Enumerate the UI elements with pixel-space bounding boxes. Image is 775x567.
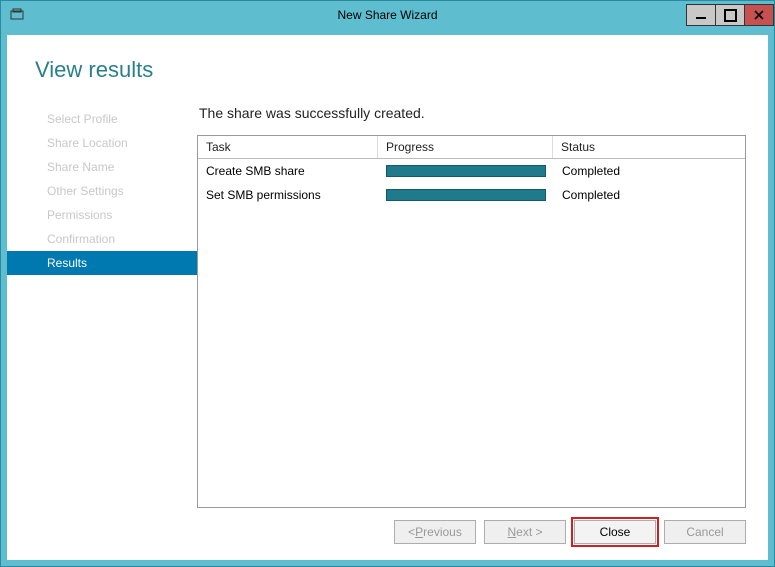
col-header-task[interactable]: Task	[198, 136, 378, 158]
step-results[interactable]: Results	[7, 251, 197, 275]
progress-bar	[386, 189, 546, 201]
step-share-location: Share Location	[7, 131, 197, 155]
result-message: The share was successfully created.	[199, 105, 746, 121]
page-title: View results	[35, 57, 768, 83]
step-permissions: Permissions	[7, 203, 197, 227]
window-frame: New Share Wizard View results Select Pro…	[0, 0, 775, 567]
wizard-content: View results Select Profile Share Locati…	[7, 35, 768, 560]
previous-button: < Previous	[394, 520, 476, 544]
step-select-profile: Select Profile	[7, 107, 197, 131]
results-panel: The share was successfully created. Task…	[197, 101, 746, 508]
task-progress	[378, 163, 554, 179]
wizard-footer: < Previous Next > Close Cancel	[7, 508, 768, 560]
previous-prefix: <	[408, 525, 415, 539]
task-status: Completed	[554, 162, 745, 180]
wizard-steps-sidebar: Select Profile Share Location Share Name…	[7, 101, 197, 508]
titlebar[interactable]: New Share Wizard	[1, 1, 774, 29]
next-ukey: N	[507, 525, 516, 539]
maximize-button[interactable]	[715, 4, 745, 26]
next-rest: ext >	[516, 525, 542, 539]
task-name: Create SMB share	[198, 162, 378, 180]
results-grid: Task Progress Status Create SMB share Co…	[197, 135, 746, 508]
cancel-button: Cancel	[664, 520, 746, 544]
minimize-button[interactable]	[686, 4, 716, 26]
table-row: Set SMB permissions Completed	[198, 183, 745, 207]
col-header-status[interactable]: Status	[553, 136, 745, 158]
window-title: New Share Wizard	[1, 8, 774, 22]
wizard-body: Select Profile Share Location Share Name…	[7, 101, 768, 508]
col-header-progress[interactable]: Progress	[378, 136, 553, 158]
task-progress	[378, 187, 554, 203]
table-row: Create SMB share Completed	[198, 159, 745, 183]
step-confirmation: Confirmation	[7, 227, 197, 251]
progress-bar	[386, 165, 546, 177]
next-button: Next >	[484, 520, 566, 544]
close-button[interactable]: Close	[574, 520, 656, 544]
task-name: Set SMB permissions	[198, 186, 378, 204]
app-icon	[7, 5, 27, 25]
grid-header: Task Progress Status	[198, 136, 745, 159]
step-other-settings: Other Settings	[7, 179, 197, 203]
window-close-button[interactable]	[744, 4, 774, 26]
previous-ukey: P	[415, 525, 423, 539]
task-status: Completed	[554, 186, 745, 204]
window-controls	[687, 4, 774, 26]
step-share-name: Share Name	[7, 155, 197, 179]
previous-rest: revious	[423, 525, 462, 539]
